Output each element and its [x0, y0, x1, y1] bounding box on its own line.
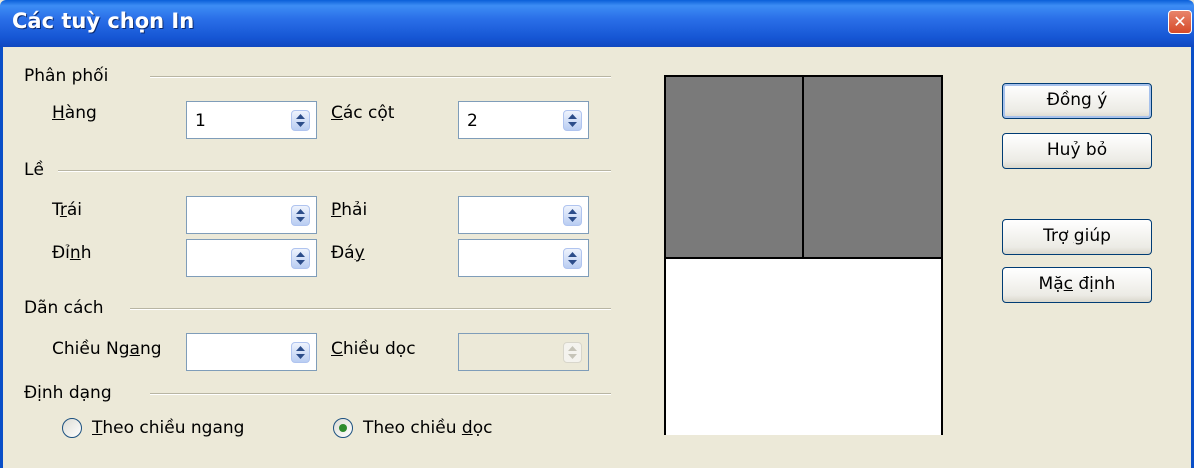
- left-label: Trái: [52, 200, 83, 220]
- section-format-heading: Định dạng: [24, 383, 112, 403]
- bottom-margin-spinner[interactable]: [458, 239, 589, 277]
- radio-horizontal[interactable]: [62, 418, 82, 438]
- top-margin-spinner[interactable]: [186, 239, 317, 277]
- ok-button-label: Đồng ý: [1046, 90, 1108, 110]
- spin-arrows-icon[interactable]: [563, 205, 582, 226]
- close-button[interactable]: ✕: [1168, 10, 1192, 34]
- dialog-titlebar: Các tuỳ chọn In ✕: [0, 0, 1194, 47]
- section-margins-heading: Lề: [24, 160, 44, 180]
- columns-label: Các cột: [331, 103, 395, 123]
- columns-spinner[interactable]: 2: [458, 101, 589, 139]
- section-divider: [130, 308, 611, 310]
- close-icon: ✕: [1173, 12, 1187, 31]
- section-spacing-heading: Dãn cách: [24, 298, 104, 318]
- layout-preview: [664, 75, 943, 435]
- spin-arrows-icon[interactable]: [291, 342, 310, 363]
- preview-page-1: [666, 77, 804, 259]
- bottom-label: Đáy: [331, 243, 365, 263]
- cancel-button[interactable]: Huỷ bỏ: [1002, 133, 1152, 169]
- columns-value: 2: [467, 111, 478, 131]
- radio-selected-dot: [339, 424, 347, 432]
- horizontal-label: Chiều Ngang: [52, 339, 162, 359]
- left-margin-spinner[interactable]: [186, 196, 317, 234]
- right-margin-spinner[interactable]: [458, 196, 589, 234]
- radio-vertical[interactable]: [333, 418, 353, 438]
- section-divider: [150, 393, 611, 395]
- radio-vertical-label[interactable]: Theo chiều dọc: [363, 418, 492, 438]
- vertical-spacing-spinner: [458, 333, 589, 371]
- rows-label: Hàng: [52, 103, 97, 123]
- spin-arrows-icon[interactable]: [563, 110, 582, 131]
- spin-arrows-icon[interactable]: [291, 205, 310, 226]
- section-distribution-heading: Phân phối: [24, 66, 109, 86]
- vertical-label: Chiều dọc: [331, 339, 416, 359]
- top-label: Đỉnh: [52, 243, 92, 263]
- columns-label-text: ác cột: [342, 103, 395, 123]
- horizontal-spacing-spinner[interactable]: [186, 333, 317, 371]
- spin-arrows-icon[interactable]: [291, 110, 310, 131]
- radio-horizontal-label[interactable]: Theo chiều ngang: [92, 418, 244, 438]
- section-divider: [150, 76, 611, 78]
- right-label: Phải: [331, 200, 368, 220]
- spin-arrows-icon[interactable]: [291, 248, 310, 269]
- spin-arrows-icon[interactable]: [563, 248, 582, 269]
- rows-label-text: àng: [64, 103, 97, 123]
- spin-arrows-icon: [563, 342, 582, 363]
- help-button-label: Trợ giúp: [1043, 226, 1111, 246]
- dialog-title: Các tuỳ chọn In: [12, 9, 195, 33]
- rows-value: 1: [195, 111, 206, 131]
- preview-page-2: [804, 77, 941, 259]
- section-divider: [58, 170, 611, 172]
- ok-button[interactable]: Đồng ý: [1002, 83, 1152, 119]
- default-button-label: Mặc định: [1038, 274, 1116, 294]
- default-button[interactable]: Mặc định: [1002, 267, 1152, 303]
- rows-spinner[interactable]: 1: [186, 101, 317, 139]
- help-button[interactable]: Trợ giúp: [1002, 219, 1152, 255]
